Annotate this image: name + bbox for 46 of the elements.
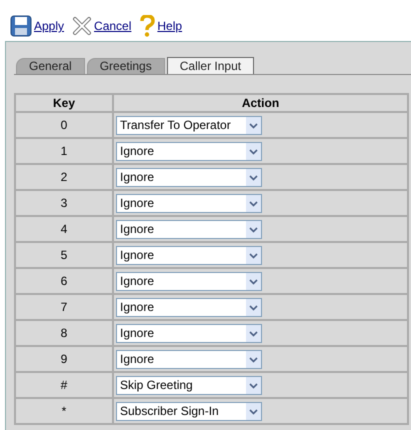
- action-dropdown[interactable]: Ignore: [116, 194, 262, 212]
- help-link[interactable]: Help: [139, 15, 182, 37]
- action-dropdown[interactable]: Ignore: [116, 324, 262, 342]
- apply-link[interactable]: Apply: [10, 15, 64, 37]
- key-cell: 1: [15, 138, 113, 164]
- action-dropdown[interactable]: Ignore: [116, 142, 262, 160]
- caret-icon: [246, 246, 261, 264]
- caret-icon: [246, 350, 261, 368]
- action-dropdown[interactable]: Ignore: [116, 220, 262, 238]
- cancel-link[interactable]: Cancel: [72, 16, 132, 36]
- caret-icon: [246, 272, 261, 290]
- key-cell: *: [15, 398, 113, 424]
- key-cell: 8: [15, 320, 113, 346]
- key-cell: 2: [15, 164, 113, 190]
- caret-icon: [246, 402, 261, 420]
- caret-icon: [246, 220, 261, 238]
- caret-icon: [246, 194, 261, 212]
- action-dropdown[interactable]: Ignore: [116, 168, 262, 186]
- caret-icon: [246, 298, 261, 316]
- key-cell: 0: [15, 112, 113, 138]
- tab[interactable]: Greetings: [86, 58, 165, 74]
- action-dropdown[interactable]: Skip Greeting: [116, 376, 262, 394]
- close-icon: [72, 16, 92, 36]
- caret-icon: [246, 324, 261, 342]
- key-cell: 9: [15, 346, 113, 372]
- tab[interactable]: Caller Input: [166, 57, 254, 74]
- caret-icon: [246, 376, 261, 394]
- action-dropdown[interactable]: Ignore: [116, 298, 262, 316]
- key-cell: #: [15, 372, 113, 398]
- key-cell: 4: [15, 216, 113, 242]
- action-dropdown[interactable]: Ignore: [116, 246, 262, 264]
- key-cell: 6: [15, 268, 113, 294]
- action-dropdown[interactable]: Subscriber Sign-In: [116, 402, 262, 420]
- tab[interactable]: General: [16, 58, 85, 74]
- key-cell: 5: [15, 242, 113, 268]
- action-dropdown[interactable]: Transfer To Operator: [116, 116, 262, 134]
- action-dropdown[interactable]: Ignore: [116, 350, 262, 368]
- key-cell: 7: [15, 294, 113, 320]
- key-cell: 3: [15, 190, 113, 216]
- help-icon: [139, 15, 156, 37]
- column-header: Action: [113, 94, 408, 112]
- caret-icon: [246, 168, 261, 186]
- caret-icon: [246, 116, 261, 134]
- action-dropdown[interactable]: Ignore: [116, 272, 262, 290]
- caret-icon: [246, 142, 261, 160]
- column-header: Key: [15, 94, 113, 112]
